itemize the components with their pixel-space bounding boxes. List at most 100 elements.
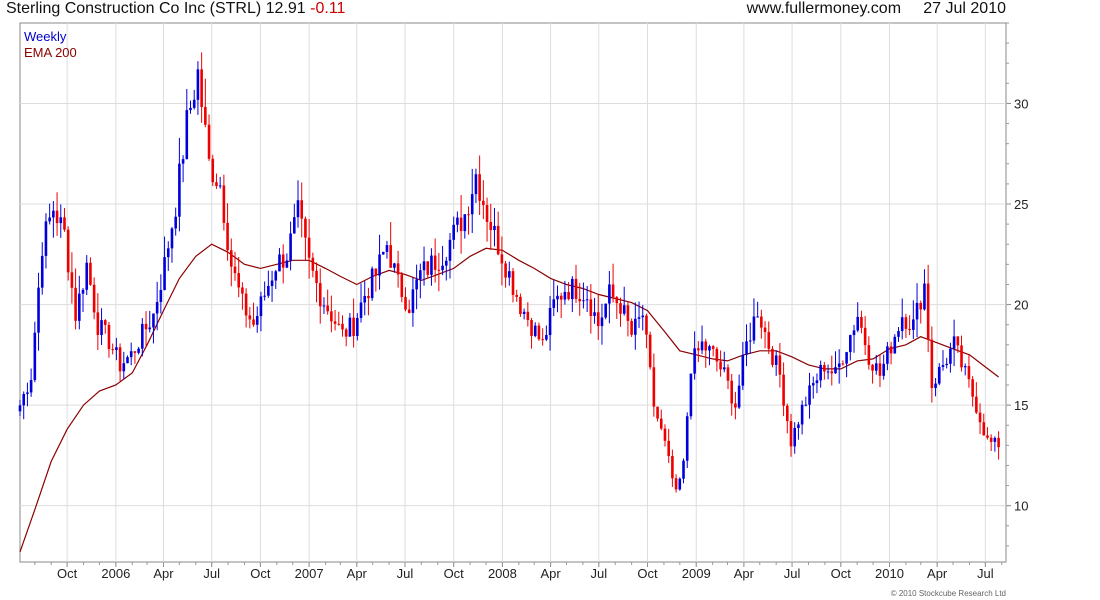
- candle-body: [808, 385, 811, 405]
- candle-body: [637, 317, 641, 319]
- candle-body: [634, 318, 637, 335]
- candle-body: [567, 292, 570, 300]
- x-tick-label: Apr: [734, 566, 755, 581]
- candle-body: [778, 355, 782, 375]
- candle-body: [956, 336, 960, 346]
- candle-body: [793, 427, 797, 447]
- candle-body: [459, 217, 463, 232]
- x-tick-label: Apr: [540, 566, 561, 581]
- x-tick-label: Oct: [831, 566, 852, 581]
- candle-body: [611, 284, 615, 298]
- candle-body: [226, 222, 229, 251]
- candle-body: [122, 363, 126, 372]
- candle-body: [118, 347, 122, 372]
- candle-body: [949, 348, 952, 364]
- candle-body: [74, 287, 77, 321]
- candle-body: [926, 283, 930, 340]
- candle-body: [826, 371, 830, 373]
- candle-body: [381, 251, 385, 255]
- candle-body: [904, 317, 908, 329]
- candle-body: [797, 424, 800, 428]
- candle-body: [867, 345, 871, 365]
- candle-body: [267, 285, 270, 296]
- candle-body: [18, 405, 22, 412]
- candle-body: [908, 328, 911, 330]
- x-tick-label: Oct: [444, 566, 465, 581]
- candle-body: [307, 237, 311, 258]
- candle-body: [889, 346, 893, 354]
- candle-body: [941, 365, 945, 367]
- candle-body: [912, 319, 915, 330]
- candle-body: [419, 270, 422, 280]
- candle-body: [748, 340, 752, 342]
- candle-body: [374, 268, 378, 276]
- candle-body: [730, 380, 733, 404]
- x-tick-label: Jul: [784, 566, 801, 581]
- candle-body: [278, 254, 281, 272]
- candle-body: [237, 273, 240, 288]
- candle-body: [233, 266, 237, 274]
- candle-body: [763, 327, 767, 333]
- candle-body: [289, 233, 292, 261]
- candle-body: [519, 296, 522, 315]
- candle-body: [726, 367, 730, 381]
- y-tick-label: 30: [1014, 96, 1028, 111]
- candle-body: [59, 217, 63, 224]
- candle-body: [441, 265, 444, 271]
- candle-body: [545, 335, 548, 340]
- candle-body: [771, 348, 774, 365]
- legend-ema: EMA 200: [24, 45, 77, 60]
- candle-body: [422, 261, 426, 271]
- candle-body: [923, 283, 926, 310]
- candle-body: [404, 297, 407, 310]
- candle-body: [467, 214, 470, 216]
- x-tick-label: Jul: [977, 566, 994, 581]
- x-tick-label: Apr: [153, 566, 174, 581]
- candle-body: [159, 289, 163, 303]
- x-tick-label: 2008: [488, 566, 517, 581]
- candle-body: [919, 302, 923, 310]
- candle-body: [815, 380, 819, 384]
- candle-body: [378, 254, 381, 276]
- candle-body: [500, 254, 504, 264]
- candle-body: [871, 364, 874, 371]
- candle-body: [845, 352, 848, 364]
- candle-body: [337, 323, 341, 325]
- candle-body: [204, 107, 207, 125]
- copyright-notice: © 2010 Stockcube Research Ltd: [890, 589, 1006, 598]
- candle-body: [115, 347, 118, 351]
- candle-body: [585, 299, 589, 301]
- candle-body: [407, 309, 411, 313]
- candle-body: [26, 392, 29, 394]
- candle-body: [411, 289, 415, 313]
- candle-body: [856, 316, 860, 331]
- candle-body: [893, 336, 897, 354]
- candle-body: [975, 396, 978, 413]
- candle-body: [385, 245, 389, 252]
- candle-body: [252, 319, 255, 325]
- candle-body: [971, 379, 974, 397]
- x-tick-label: 2006: [101, 566, 130, 581]
- candle-body: [318, 283, 322, 307]
- candle-body: [178, 163, 181, 217]
- candle-body: [533, 325, 537, 336]
- x-tick-label: Jul: [397, 566, 414, 581]
- x-tick-label: 2007: [295, 566, 324, 581]
- candle-body: [463, 214, 467, 232]
- candle-body: [978, 412, 982, 423]
- candle-body: [274, 271, 278, 281]
- candle-body: [330, 311, 333, 322]
- candle-body: [107, 324, 111, 350]
- candle-body: [960, 345, 963, 368]
- candle-body: [37, 287, 40, 333]
- candle-body: [248, 315, 252, 320]
- candle-body: [841, 363, 845, 365]
- candle-body: [659, 418, 663, 429]
- candle-body: [834, 367, 837, 374]
- candle-body: [882, 363, 885, 376]
- candle-body: [300, 200, 304, 219]
- candle-body: [711, 346, 715, 349]
- candle-body: [40, 255, 44, 288]
- candle-body: [967, 366, 971, 380]
- candle-body: [656, 406, 659, 419]
